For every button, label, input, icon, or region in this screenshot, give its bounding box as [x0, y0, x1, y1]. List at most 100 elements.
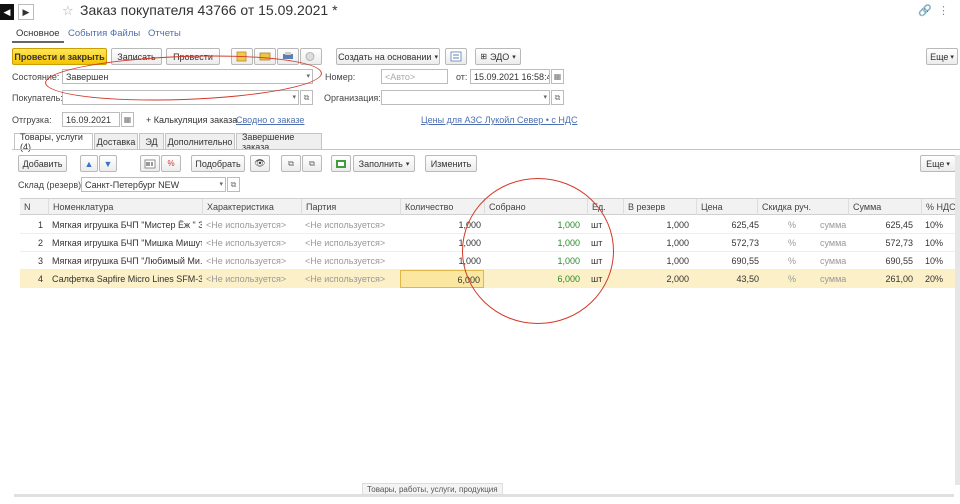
open-link-icon[interactable]: ⧉ — [300, 90, 313, 105]
cell-name[interactable]: Мягкая игрушка БЧП "Мистер Ёж " З... — [52, 216, 202, 234]
cell-n[interactable]: 2 — [20, 234, 46, 252]
col-name[interactable]: Номенклатура — [48, 199, 202, 215]
date-field[interactable]: 15.09.2021 16:58:46 — [470, 69, 550, 84]
warehouse-select[interactable]: Санкт-Петербург NEW ▾ — [81, 177, 226, 192]
cell-discount-sum[interactable]: сумма — [820, 234, 848, 252]
section-main[interactable]: Основное — [12, 26, 64, 43]
col-discount[interactable]: Скидка руч. — [757, 199, 848, 215]
tab-additional[interactable]: Дополнительно — [165, 133, 235, 149]
cell-characteristic[interactable]: <Не используется> — [206, 270, 301, 288]
excel-icon[interactable] — [331, 155, 351, 172]
eye-icon[interactable]: 👁 — [250, 155, 270, 172]
cell-price[interactable]: 690,55 — [696, 252, 762, 270]
fill-button[interactable]: Заполнить ▾ — [353, 155, 415, 172]
paste-icon[interactable]: ⧉ — [302, 155, 322, 172]
percent-icon[interactable]: % — [161, 155, 181, 172]
tab-goods[interactable]: Товары, услуги (4) — [14, 132, 93, 152]
chevron-down-icon: ▾ — [292, 94, 296, 101]
table-more-button[interactable]: Еще ▾ — [920, 155, 956, 172]
cell-batch[interactable]: <Не используется> — [305, 270, 400, 288]
number-field[interactable]: <Авто> — [381, 69, 448, 84]
cell-discount-pct[interactable]: % — [788, 270, 798, 288]
calculation-link[interactable]: + Калькуляция заказа — [146, 115, 237, 125]
cell-batch[interactable]: <Не используется> — [305, 252, 400, 270]
tabs-divider — [12, 149, 960, 150]
cell-reserve[interactable]: 1,000 — [623, 216, 692, 234]
cell-reserve[interactable]: 1,000 — [623, 252, 692, 270]
from-label: от: — [456, 72, 468, 82]
structure-icon[interactable] — [445, 48, 467, 65]
cell-sum[interactable]: 572,73 — [848, 234, 916, 252]
cell-discount-pct[interactable]: % — [788, 234, 798, 252]
calendar-icon[interactable]: ▦ — [551, 69, 564, 84]
cell-batch[interactable]: <Не используется> — [305, 234, 400, 252]
cell-sum[interactable]: 261,00 — [848, 270, 916, 288]
price-type-link[interactable]: Цены для АЗС Лукойл Север • с НДС — [421, 115, 578, 125]
col-characteristic[interactable]: Характеристика — [202, 199, 301, 215]
cell-discount-sum[interactable]: сумма — [820, 270, 848, 288]
col-batch[interactable]: Партия — [301, 199, 400, 215]
back-button[interactable]: ◀ — [0, 4, 14, 20]
col-quantity[interactable]: Количество — [400, 199, 484, 215]
cell-n[interactable]: 1 — [20, 216, 46, 234]
cell-price[interactable]: 625,45 — [696, 216, 762, 234]
more-button[interactable]: Еще ▾ — [926, 48, 958, 65]
create-based-on-button[interactable]: Создать на основании ▾ — [336, 48, 440, 65]
cell-discount-sum[interactable]: сумма — [820, 216, 848, 234]
tab-delivery[interactable]: Доставка — [94, 133, 138, 149]
cell-name[interactable]: Салфетка Sapfire Micro Lines SFM-3... — [52, 270, 202, 288]
pick-button[interactable]: Подобрать — [191, 155, 245, 172]
move-up-icon[interactable]: ▲ — [80, 155, 98, 172]
more-menu-icon[interactable]: ⋮ — [938, 4, 949, 17]
cell-discount-sum[interactable]: сумма — [820, 252, 848, 270]
cell-characteristic[interactable]: <Не используется> — [206, 252, 301, 270]
section-reports[interactable]: Отчеты — [142, 26, 187, 41]
cell-price[interactable]: 43,50 — [696, 270, 762, 288]
col-reserve[interactable]: В резерв — [623, 199, 696, 215]
cell-name[interactable]: Мягкая игрушка БЧП "Любимый Ми... — [52, 252, 202, 270]
link-icon[interactable]: 🔗 — [918, 4, 932, 17]
vertical-scrollbar[interactable] — [955, 155, 960, 485]
cell-discount-pct[interactable]: % — [788, 252, 798, 270]
move-down-icon[interactable]: ▼ — [99, 155, 117, 172]
edo-icon: ⊞ — [480, 52, 487, 61]
forward-button[interactable]: ▶ — [18, 4, 34, 20]
summary-link[interactable]: Сводно о заказе — [236, 115, 304, 125]
barcode-icon[interactable] — [140, 155, 160, 172]
cell-n[interactable]: 4 — [20, 270, 46, 288]
add-button[interactable]: Добавить — [18, 155, 67, 172]
number-label: Номер: — [325, 72, 356, 82]
cell-reserve[interactable]: 2,000 — [623, 270, 692, 288]
cell-sum[interactable]: 690,55 — [848, 252, 916, 270]
favorite-star-icon[interactable]: ☆ — [62, 3, 74, 19]
cell-price[interactable]: 572,73 — [696, 234, 762, 252]
chevron-down-icon: ▾ — [512, 53, 516, 61]
cell-batch[interactable]: <Не используется> — [305, 216, 400, 234]
cell-reserve[interactable]: 1,000 — [623, 234, 692, 252]
cell-n[interactable]: 3 — [20, 252, 46, 270]
col-n[interactable]: N — [20, 199, 48, 215]
cell-characteristic[interactable]: <Не используется> — [206, 216, 301, 234]
shipment-date-field[interactable]: 16.09.2021 — [62, 112, 120, 127]
calendar-icon[interactable]: ▦ — [121, 112, 134, 127]
cell-discount-pct[interactable]: % — [788, 216, 798, 234]
change-button[interactable]: Изменить — [425, 155, 477, 172]
cell-sum[interactable]: 625,45 — [848, 216, 916, 234]
organization-field[interactable]: ▾ — [381, 90, 550, 105]
post-and-close-button[interactable]: Провести и закрыть — [12, 48, 107, 65]
cell-name[interactable]: Мягкая игрушка БЧП "Мишка Мишут... — [52, 234, 202, 252]
section-files[interactable]: Файлы — [104, 26, 146, 41]
cell-characteristic[interactable]: <Не используется> — [206, 234, 301, 252]
tab-ed[interactable]: ЭД — [139, 133, 164, 149]
edo-button[interactable]: ⊞ ЭДО ▾ — [475, 48, 521, 65]
open-link-icon[interactable]: ⧉ — [551, 90, 564, 105]
tooltip: Товары, работы, услуги, продукция — [362, 483, 503, 495]
warehouse-value: Санкт-Петербург NEW — [85, 179, 180, 190]
number-placeholder: <Авто> — [385, 71, 416, 82]
col-sum[interactable]: Сумма — [848, 199, 921, 215]
col-price[interactable]: Цена — [696, 199, 757, 215]
copy-icon[interactable]: ⧉ — [281, 155, 301, 172]
table-more-label: Еще — [926, 158, 945, 169]
tab-completion[interactable]: Завершение заказа — [236, 132, 322, 152]
open-link-icon[interactable]: ⧉ — [227, 177, 240, 192]
